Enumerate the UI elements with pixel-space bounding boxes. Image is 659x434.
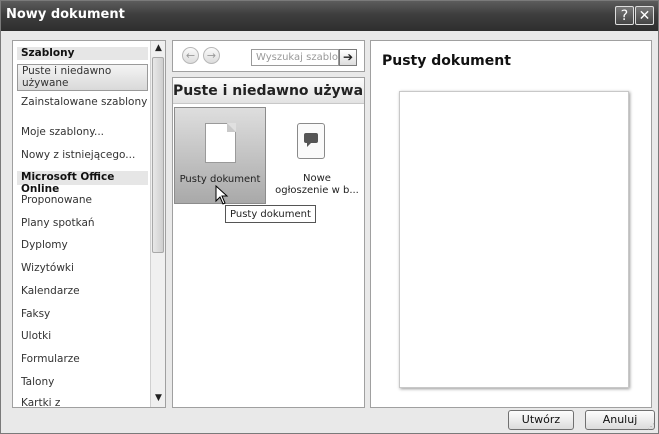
tooltip: Pusty dokument [225,205,316,223]
dialog-title: Nowy dokument [6,7,125,22]
sidebar-item-plany-spotkan[interactable]: Plany spotkań [17,217,148,229]
close-button[interactable]: ✕ [635,6,654,25]
scroll-up-arrow-icon[interactable]: ▲ [152,42,165,55]
back-arrow-icon[interactable]: ← [182,47,199,64]
templates-pane: Puste i niedawno używane Pusty dokument … [172,77,365,408]
sidebar-item-ulotki[interactable]: Ulotki [17,330,148,342]
resize-grip-icon[interactable]: ⋰ [647,422,657,432]
template-categories-pane: Szablony Puste i niedawno używane Zainst… [12,40,166,408]
sidebar-item-formularze[interactable]: Formularze [17,353,148,365]
sidebar-scrollbar[interactable]: ▲ ▼ [150,41,165,407]
template-navigation-bar: ← → Wyszukaj szablon ➔ [172,40,365,72]
sidebar-item-my-templates[interactable]: Moje szablony... [17,126,148,138]
preview-pane: Pusty dokument [370,40,652,408]
sidebar-header-templates: Szablony [17,47,148,60]
sidebar-item-dyplomy[interactable]: Dyplomy [17,239,148,251]
sidebar-item-wizytowki[interactable]: Wizytówki [17,262,148,274]
document-preview-page [399,91,629,388]
scroll-down-arrow-icon[interactable]: ▼ [152,392,165,405]
new-document-dialog: Nowy dokument ? ✕ Szablony Puste i nieda… [0,0,659,434]
blog-post-icon [297,123,325,159]
help-button[interactable]: ? [615,6,634,25]
sidebar-item-installed-templates[interactable]: Zainstalowane szablony [17,96,148,108]
create-button[interactable]: Utwórz [508,410,574,430]
template-caption: Nowe ogłoszenie w b... [275,173,359,196]
sidebar-item-kalendarze[interactable]: Kalendarze [17,285,148,297]
scrollbar-thumb[interactable] [152,57,164,253]
forward-arrow-icon[interactable]: → [203,47,220,64]
mouse-pointer-icon [215,185,229,205]
sidebar-item-kartki[interactable]: Kartki z [17,397,148,407]
search-go-button[interactable]: ➔ [339,49,357,66]
sidebar-item-talony[interactable]: Talony [17,376,148,388]
cancel-button[interactable]: Anuluj [585,410,655,430]
title-bar: Nowy dokument ? ✕ [1,1,658,31]
sidebar-item-blank-recent[interactable]: Puste i niedawno używane [17,64,148,91]
templates-section-title: Puste i niedawno używane [173,78,364,104]
blank-document-icon [205,123,236,163]
sidebar-header-office-online: Microsoft Office Online [17,171,148,195]
preview-title: Pusty dokument [382,53,511,69]
sidebar-item-proponowane[interactable]: Proponowane [17,194,148,206]
sidebar-item-new-from-existing[interactable]: Nowy z istniejącego... [17,149,148,161]
template-search-input[interactable]: Wyszukaj szablon [251,49,339,66]
sidebar-item-faksy[interactable]: Faksy [17,308,148,320]
template-tile-blog-post[interactable]: Nowe ogłoszenie w b... [271,107,363,204]
